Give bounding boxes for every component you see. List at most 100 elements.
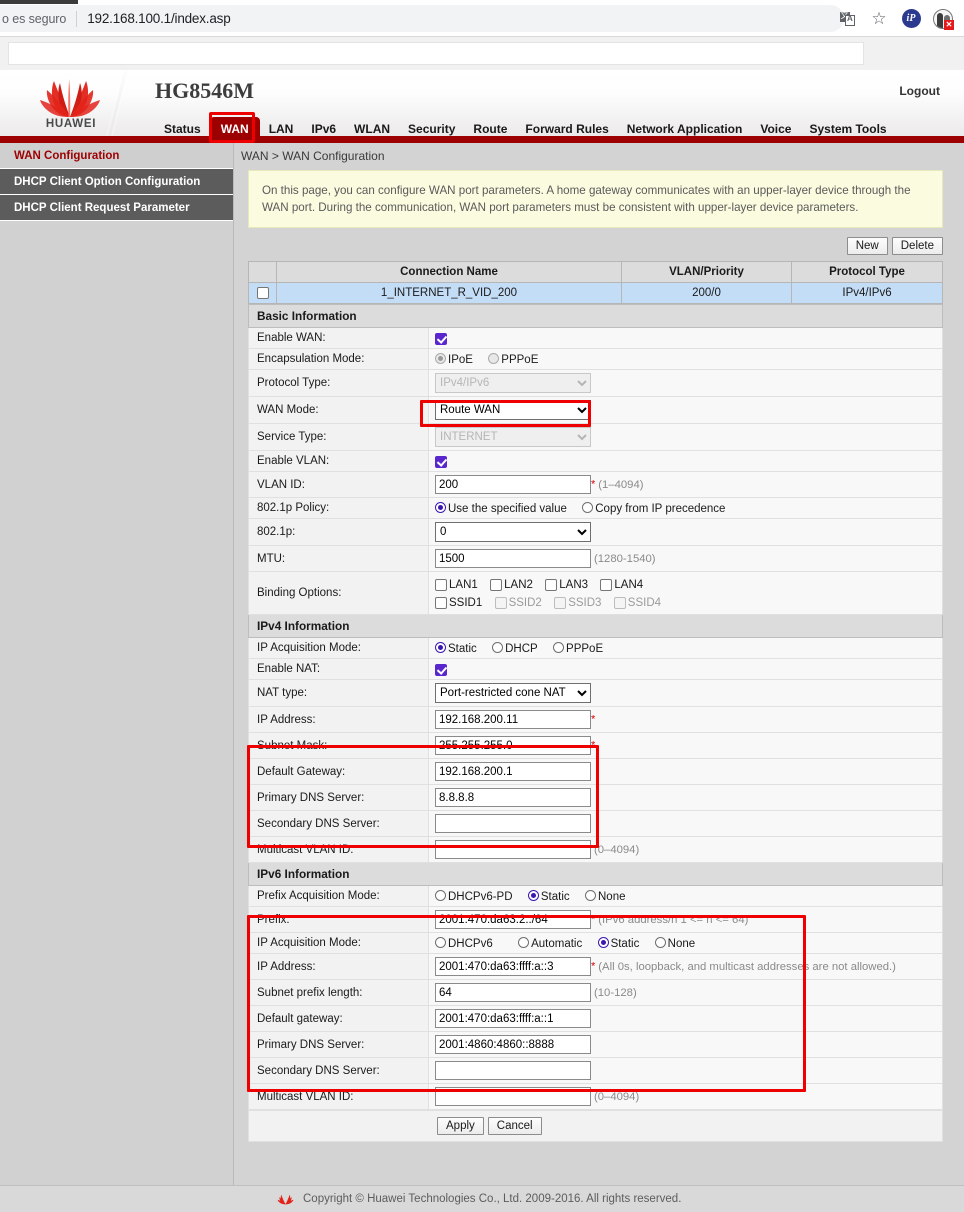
ipv6-primary-dns-input[interactable] <box>435 1035 591 1054</box>
nav-item-network-application[interactable]: Network Application <box>618 118 752 140</box>
binding-checkbox-ssid1[interactable] <box>435 597 447 609</box>
policy-radio-copy-precedence[interactable] <box>582 502 593 513</box>
ipv6-ip-address-input[interactable] <box>435 957 591 976</box>
value-service-type: INTERNET <box>429 424 943 451</box>
service-type-select[interactable]: INTERNET <box>435 427 591 447</box>
nav-item-lan[interactable]: LAN <box>260 118 303 140</box>
nav-item-wan[interactable]: WAN <box>210 117 260 141</box>
ipv6-prefix-acq-label-none: None <box>598 891 626 903</box>
field-ipv6-default-gateway: Default gateway: <box>249 1006 943 1032</box>
sidebar-item-wan-configuration[interactable]: WAN Configuration <box>0 143 233 169</box>
ipv4-mask-required-mark: * <box>591 740 595 752</box>
delete-button[interactable]: Delete <box>892 237 943 255</box>
encapsulation-radio-ipoe[interactable] <box>435 353 446 364</box>
logout-link[interactable]: Logout <box>899 84 940 98</box>
wan-mode-select[interactable]: Route WAN <box>435 400 591 420</box>
protocol-type-select[interactable]: IPv4/IPv6 <box>435 373 591 393</box>
ipv6-prefix-acq-radio-dhcpv6pd[interactable] <box>435 890 446 901</box>
binding-checkbox-lan3[interactable] <box>545 579 557 591</box>
ipv6-acq-radio-none[interactable] <box>655 937 666 948</box>
address-bar[interactable]: o es seguro 192.168.100.1/index.asp <box>0 5 844 32</box>
ipv4-acq-label-static: Static <box>448 643 477 655</box>
nav-item-route[interactable]: Route <box>464 118 516 140</box>
ipv6-prefix-input[interactable] <box>435 910 591 929</box>
ipv4-secondary-dns-input[interactable] <box>435 814 591 833</box>
label-ipv4-secondary-dns: Secondary DNS Server: <box>249 811 429 837</box>
enable-vlan-checkbox[interactable] <box>435 456 447 468</box>
sidebar-item-dhcp-client-option-configuration[interactable]: DHCP Client Option Configuration <box>0 169 233 195</box>
row-select-cell[interactable] <box>249 283 277 304</box>
ipv4-acq-radio-static[interactable] <box>435 642 446 653</box>
ipv4-multicast-vlan-input[interactable] <box>435 840 591 859</box>
field-enable-wan: Enable WAN: <box>249 328 943 349</box>
policy-radio-specified[interactable] <box>435 502 446 513</box>
ipv6-prefix-acq-label-dhcpv6pd: DHCPv6-PD <box>448 891 513 903</box>
cancel-button[interactable]: Cancel <box>488 1117 542 1135</box>
ip-extension-icon[interactable]: iP <box>896 5 926 32</box>
ipv6-acq-radio-dhcpv6[interactable] <box>435 937 446 948</box>
binding-checkbox-lan4[interactable] <box>600 579 612 591</box>
value-ipv6-default-gateway <box>429 1006 943 1032</box>
value-encapsulation-mode: IPoE PPPoE <box>429 349 943 370</box>
binding-label-lan2: LAN2 <box>504 579 533 591</box>
nav-item-voice[interactable]: Voice <box>751 118 800 140</box>
ipv4-subnet-mask-input[interactable] <box>435 736 591 755</box>
sidebar-item-dhcp-client-request-parameter[interactable]: DHCP Client Request Parameter <box>0 195 233 221</box>
binding-checkbox-ssid4[interactable] <box>614 597 626 609</box>
enable-nat-checkbox[interactable] <box>435 664 447 676</box>
encapsulation-radio-pppoe[interactable] <box>488 353 499 364</box>
policy-label-copy-precedence: Copy from IP precedence <box>595 503 725 515</box>
ipv6-default-gateway-input[interactable] <box>435 1009 591 1028</box>
nav-item-forward-rules[interactable]: Forward Rules <box>516 118 617 140</box>
ipv6-acq-radio-static[interactable] <box>598 937 609 948</box>
label-8021p: 802.1p: <box>249 519 429 546</box>
label-vlan-id: VLAN ID: <box>249 472 429 498</box>
value-ipv4-primary-dns <box>429 785 943 811</box>
binding-checkbox-ssid3[interactable] <box>554 597 566 609</box>
main-nav: Status WAN LAN IPv6 WLAN Security Route … <box>155 117 896 141</box>
binding-checkbox-lan1[interactable] <box>435 579 447 591</box>
ipv6-prefix-acq-radio-static[interactable] <box>528 890 539 901</box>
field-ipv4-ip-address: IP Address: * <box>249 707 943 733</box>
row-checkbox[interactable] <box>257 287 269 299</box>
p8021p-select[interactable]: 0 <box>435 522 591 542</box>
vlan-id-input[interactable] <box>435 475 591 494</box>
table-row[interactable]: 1_INTERNET_R_VID_200 200/0 IPv4/IPv6 <box>249 283 943 304</box>
nat-type-select[interactable]: Port-restricted cone NAT <box>435 683 591 703</box>
ipv6-prefix-length-input[interactable] <box>435 983 591 1002</box>
nav-item-status[interactable]: Status <box>155 118 210 140</box>
ipv6-secondary-dns-input[interactable] <box>435 1061 591 1080</box>
nav-item-ipv6[interactable]: IPv6 <box>302 118 345 140</box>
new-button[interactable]: New <box>847 237 888 255</box>
field-nat-type: NAT type: Port-restricted cone NAT <box>249 680 943 707</box>
binding-checkbox-ssid2[interactable] <box>495 597 507 609</box>
browser-tab-stub[interactable] <box>0 0 78 4</box>
col-protocol-type: Protocol Type <box>792 262 943 283</box>
section-ipv6-information: IPv6 Information <box>249 863 943 886</box>
ipv4-default-gateway-input[interactable] <box>435 762 591 781</box>
bookmark-star-icon[interactable]: ☆ <box>864 5 894 32</box>
nav-item-system-tools[interactable]: System Tools <box>800 118 895 140</box>
ipv4-acq-radio-pppoe[interactable] <box>553 642 564 653</box>
security-status-label: o es seguro <box>0 12 66 26</box>
ipv4-primary-dns-input[interactable] <box>435 788 591 807</box>
ipv6-multicast-vlan-input[interactable] <box>435 1087 591 1106</box>
ipv4-ip-address-input[interactable] <box>435 710 591 729</box>
binding-checkbox-lan2[interactable] <box>490 579 502 591</box>
ipv6-acq-radio-automatic[interactable] <box>518 937 529 948</box>
translate-icon[interactable] <box>832 5 862 32</box>
ipv6-prefix-acq-radio-none[interactable] <box>585 890 596 901</box>
ipv4-acq-radio-dhcp[interactable] <box>492 642 503 653</box>
field-ipv6-multicast-vlan: Multicast VLAN ID: (0–4094) <box>249 1084 943 1110</box>
extension-blocked-icon[interactable]: ✕ <box>928 5 958 32</box>
enable-wan-checkbox[interactable] <box>435 333 447 345</box>
page-body: WAN Configuration DHCP Client Option Con… <box>0 143 964 1212</box>
label-ipv4-ip-address: IP Address: <box>249 707 429 733</box>
section-ipv6-label: IPv6 Information <box>249 863 943 886</box>
nav-item-security[interactable]: Security <box>399 118 464 140</box>
url-text: 192.168.100.1/index.asp <box>87 11 230 26</box>
mtu-input[interactable] <box>435 549 591 568</box>
label-8021p-policy: 802.1p Policy: <box>249 498 429 519</box>
nav-item-wlan[interactable]: WLAN <box>345 118 399 140</box>
apply-button[interactable]: Apply <box>437 1117 484 1135</box>
